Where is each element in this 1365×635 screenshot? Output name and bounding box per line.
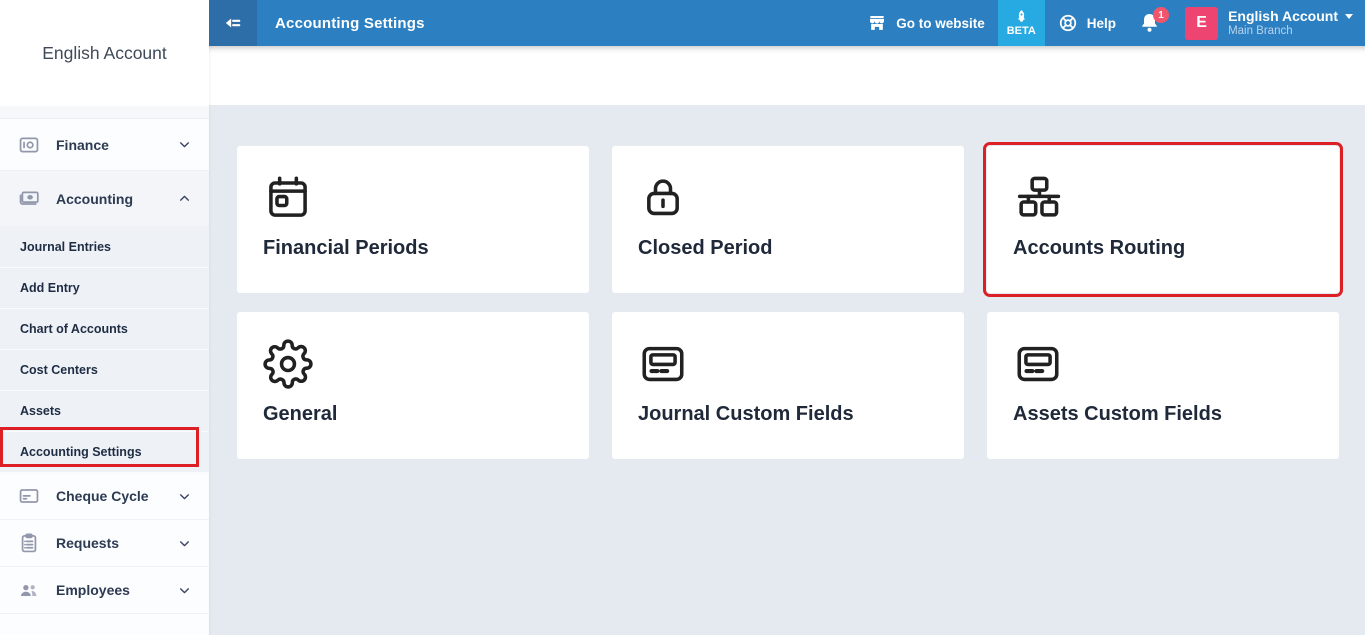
sidebar-item-organizational[interactable]: Organizational: [0, 614, 209, 635]
safe-icon: [18, 134, 40, 156]
chevron-down-icon: [178, 584, 191, 597]
card-general[interactable]: General: [237, 312, 589, 459]
lock-icon: [638, 173, 688, 223]
sidebar-item-requests[interactable]: Requests: [0, 520, 209, 567]
help-link[interactable]: Help: [1058, 13, 1116, 33]
chevron-down-icon: [178, 537, 191, 550]
sidebar-item-finance[interactable]: Finance: [0, 119, 209, 171]
beta-label: BETA: [1007, 25, 1036, 37]
chevron-down-icon: [178, 138, 191, 151]
gear-icon: [263, 339, 313, 389]
page-title: Accounting Settings: [275, 15, 425, 32]
sitemap-icon: [1013, 173, 1063, 223]
branch-name: Main Branch: [1228, 24, 1353, 38]
card-closed-period[interactable]: Closed Period: [612, 146, 964, 293]
sidebar-subitem-add-entry[interactable]: Add Entry: [0, 268, 209, 309]
card-assets-custom-fields[interactable]: Assets Custom Fields: [987, 312, 1339, 459]
custom-fields-icon: [1013, 339, 1063, 389]
notifications-button[interactable]: 1: [1138, 11, 1161, 35]
collapse-sidebar-button[interactable]: [209, 0, 257, 46]
card-label: Journal Custom Fields: [638, 403, 944, 426]
go-to-website-label: Go to website: [896, 16, 985, 31]
go-to-website-link[interactable]: Go to website: [867, 13, 985, 33]
card-label: Financial Periods: [263, 237, 569, 260]
sidebar-subitem-assets[interactable]: Assets: [0, 391, 209, 432]
help-label: Help: [1087, 16, 1116, 31]
sidebar-item-label: Requests: [56, 535, 119, 551]
sidebar-item-label: Employees: [56, 582, 130, 598]
custom-fields-icon: [638, 339, 688, 389]
account-text: English Account Main Branch: [1228, 8, 1353, 38]
avatar: E: [1185, 7, 1218, 40]
notification-badge: 1: [1153, 7, 1169, 23]
settings-cards-grid: Financial Periods Closed Period: [237, 146, 1339, 459]
app-window: English Account Finance Accounting: [0, 0, 1365, 635]
main-area: Accounting Settings Go to website B: [209, 0, 1365, 635]
sidebar-item-cheque-cycle[interactable]: Cheque Cycle: [0, 473, 209, 520]
card-label: Closed Period: [638, 237, 944, 260]
sidebar: English Account Finance Accounting: [0, 0, 209, 635]
sidebar-item-label: Finance: [56, 137, 109, 153]
sidebar-item-label: Cheque Cycle: [56, 488, 149, 504]
card-label: Accounts Routing: [1013, 237, 1319, 260]
sidebar-item-employees[interactable]: Employees: [0, 567, 209, 614]
people-icon: [18, 579, 40, 601]
content-area: Financial Periods Closed Period: [209, 105, 1365, 635]
topbar: Accounting Settings Go to website B: [209, 0, 1365, 46]
banknote-icon: [18, 188, 40, 210]
beta-badge[interactable]: BETA: [998, 0, 1045, 46]
sidebar-subitem-cost-centers[interactable]: Cost Centers: [0, 350, 209, 391]
sidebar-divider: [0, 106, 209, 119]
toolbar-strip: [209, 46, 1365, 105]
storefront-icon: [867, 13, 887, 33]
topbar-right: Go to website BETA Help: [867, 0, 1365, 46]
calendar-icon: [263, 173, 313, 223]
sidebar-item-label: Accounting: [56, 191, 133, 207]
account-menu[interactable]: E English Account Main Branch: [1185, 7, 1365, 40]
sidebar-subitem-journal-entries[interactable]: Journal Entries: [0, 227, 209, 268]
clipboard-icon: [18, 532, 40, 554]
card-accounts-routing[interactable]: Accounts Routing: [987, 146, 1339, 293]
cheque-icon: [18, 485, 40, 507]
help-icon: [1058, 13, 1078, 33]
collapse-sidebar-icon: [222, 12, 244, 34]
card-financial-periods[interactable]: Financial Periods: [237, 146, 589, 293]
card-journal-custom-fields[interactable]: Journal Custom Fields: [612, 312, 964, 459]
sidebar-item-accounting[interactable]: Accounting: [0, 171, 209, 227]
account-name: English Account: [1228, 8, 1338, 24]
sidebar-subitem-accounting-settings[interactable]: Accounting Settings: [0, 432, 209, 473]
card-label: General: [263, 403, 569, 426]
accounting-submenu: Journal Entries Add Entry Chart of Accou…: [0, 227, 209, 473]
sidebar-subitem-chart-of-accounts[interactable]: Chart of Accounts: [0, 309, 209, 350]
chevron-down-icon: [1345, 14, 1353, 19]
chevron-up-icon: [178, 192, 191, 205]
sidebar-account-name: English Account: [0, 0, 209, 106]
rocket-icon: [1014, 9, 1029, 24]
card-label: Assets Custom Fields: [1013, 403, 1319, 426]
chevron-down-icon: [178, 490, 191, 503]
